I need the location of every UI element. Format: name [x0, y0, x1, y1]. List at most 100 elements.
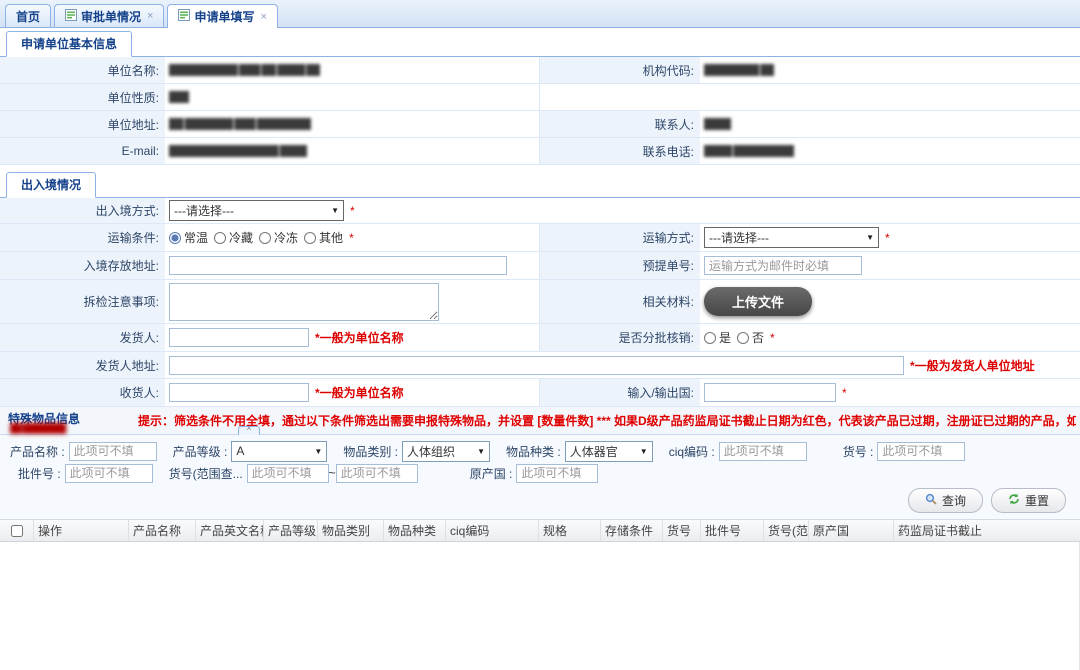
- consignee-cell: *一般为单位名称: [165, 379, 540, 407]
- email-label: E-mail:: [0, 138, 165, 165]
- contact-label: 联系人:: [540, 111, 700, 138]
- radio-yes-input[interactable]: [704, 332, 716, 344]
- article-no-input[interactable]: [877, 442, 965, 461]
- phone-label: 联系电话:: [540, 138, 700, 165]
- unpack-notes-label: 拆检注意事项:: [0, 280, 165, 324]
- entry-panel-title: 出入境情况: [6, 172, 96, 198]
- contact-value: ████: [700, 111, 1080, 138]
- ciq-code-label: ciq编码 :: [669, 443, 715, 460]
- unit-panel-title: 申请单位基本信息: [6, 31, 132, 57]
- consignee-input[interactable]: [169, 383, 309, 402]
- collapse-toggle[interactable]: ^: [238, 426, 260, 435]
- item-category-select[interactable]: 人体组织▼: [402, 441, 490, 462]
- tab-home-label: 首页: [16, 8, 40, 25]
- entry-mode-label: 出入境方式:: [0, 198, 165, 224]
- unit-address-value: ██ ███████ ███ ████████: [165, 111, 540, 138]
- unpack-notes-cell: [165, 280, 540, 324]
- col-cert-deadline: 药监局证书截止: [894, 520, 1080, 541]
- results-table-body: [0, 542, 1080, 670]
- radio-no[interactable]: 否: [737, 329, 764, 346]
- item-category-label: 物品类别 :: [343, 443, 398, 460]
- shipper-hint: *一般为单位名称: [315, 329, 404, 346]
- artno-range-to-input[interactable]: [336, 464, 418, 483]
- transport-mode-select[interactable]: ---请选择---▼: [704, 227, 879, 248]
- origin-country-label: 原产国 :: [470, 465, 513, 482]
- shipper-cell: *一般为单位名称: [165, 324, 540, 352]
- io-country-cell: *: [700, 379, 1080, 407]
- chevron-down-icon: ▼: [640, 447, 648, 456]
- ciq-code-input[interactable]: [719, 442, 807, 461]
- shipper-address-input[interactable]: [169, 356, 904, 375]
- batch-no-label: 批件号 :: [18, 465, 61, 482]
- col-operation: 操作: [34, 520, 129, 541]
- required-mark: *: [885, 231, 890, 245]
- radio-other[interactable]: 其他: [304, 229, 343, 246]
- org-code-value: ████████ ██: [700, 57, 1080, 84]
- origin-country-input[interactable]: [516, 464, 598, 483]
- chevron-down-icon: ▼: [866, 233, 874, 242]
- col-batch-no: 批件号: [701, 520, 764, 541]
- empty-cell: [540, 84, 1080, 111]
- chevron-down-icon: ▼: [314, 447, 322, 456]
- product-name-input[interactable]: [69, 442, 157, 461]
- radio-frozen-input[interactable]: [259, 232, 271, 244]
- consignee-hint: *一般为单位名称: [315, 384, 404, 401]
- chevron-up-icon: ^: [247, 426, 251, 435]
- search-icon: [925, 493, 937, 508]
- special-items-header: 特殊物品信息 ██ ████████ 提示：筛选条件不用全填，通过以下条件筛选出…: [0, 407, 1080, 435]
- filter-row-1: 产品名称 : 产品等级 : A▼ 物品类别 : 人体组织▼ 物品种类 : 人体器…: [8, 440, 1072, 462]
- unit-name-label: 单位名称:: [0, 57, 165, 84]
- shipper-input[interactable]: [169, 328, 309, 347]
- tab-approval[interactable]: 审批单情况 ×: [54, 4, 164, 27]
- upload-file-button[interactable]: 上传文件: [704, 287, 812, 316]
- required-mark: *: [842, 386, 847, 400]
- tilde-separator: ~: [329, 466, 336, 480]
- reset-button[interactable]: 重置: [991, 488, 1066, 513]
- radio-frozen[interactable]: 冷冻: [259, 229, 298, 246]
- radio-yes[interactable]: 是: [704, 329, 731, 346]
- refresh-icon: [1008, 493, 1020, 508]
- col-item-category: 物品类别: [318, 520, 384, 541]
- io-country-label: 输入/输出国:: [540, 379, 700, 407]
- batch-no-input[interactable]: [65, 464, 153, 483]
- document-icon: [178, 9, 190, 24]
- radio-other-input[interactable]: [304, 232, 316, 244]
- tab-application[interactable]: 申请单填写 ×: [167, 4, 277, 28]
- query-button[interactable]: 查询: [908, 488, 983, 513]
- close-icon[interactable]: ×: [260, 11, 266, 23]
- chevron-down-icon: ▼: [331, 206, 339, 215]
- storage-address-input[interactable]: [169, 256, 507, 275]
- batch-writeoff-label: 是否分批核销:: [540, 324, 700, 352]
- transport-mode-label: 运输方式:: [540, 224, 700, 252]
- phone-value: ████ █████████: [700, 138, 1080, 165]
- radio-no-input[interactable]: [737, 332, 749, 344]
- artno-range-from-input[interactable]: [247, 464, 329, 483]
- product-grade-select[interactable]: A▼: [231, 441, 327, 462]
- unit-name-value: ██████████ ███ ██ ████ ██: [165, 57, 540, 84]
- col-product-name-en: 产品英文名称: [196, 520, 264, 541]
- unpack-notes-textarea[interactable]: [169, 283, 439, 321]
- article-no-label: 货号 :: [843, 443, 874, 460]
- col-article-no: 货号: [663, 520, 701, 541]
- radio-normal-temp[interactable]: 常温: [169, 229, 208, 246]
- io-country-input[interactable]: [704, 383, 836, 402]
- transport-condition-cell: 常温 冷藏 冷冻 其他 *: [165, 224, 540, 252]
- email-value: ████████████████ ████: [165, 138, 540, 165]
- close-icon[interactable]: ×: [147, 10, 153, 22]
- radio-refrigerated-input[interactable]: [214, 232, 226, 244]
- filter-hint: 提示：筛选条件不用全填，通过以下条件筛选出需要申报特殊物品，并设置 [数量件数]…: [138, 412, 1076, 429]
- col-origin-country: 原产国: [809, 520, 894, 541]
- lading-no-input[interactable]: [704, 256, 862, 275]
- materials-label: 相关材料:: [540, 280, 700, 324]
- item-kind-select[interactable]: 人体器官▼: [565, 441, 653, 462]
- radio-normal-temp-input[interactable]: [169, 232, 181, 244]
- results-table-header: 操作 产品名称 产品英文名称 产品等级 物品类别 物品种类 ciq编码 规格 存…: [0, 519, 1080, 542]
- unit-nature-label: 单位性质:: [0, 84, 165, 111]
- entry-panel-header: 出入境情况: [0, 169, 1080, 198]
- batch-writeoff-cell: 是 否 *: [700, 324, 1080, 352]
- entry-mode-select[interactable]: ---请选择---▼: [169, 200, 344, 221]
- radio-refrigerated[interactable]: 冷藏: [214, 229, 253, 246]
- tab-home[interactable]: 首页: [5, 4, 51, 27]
- select-all-checkbox[interactable]: [11, 525, 23, 537]
- required-mark: *: [350, 204, 355, 218]
